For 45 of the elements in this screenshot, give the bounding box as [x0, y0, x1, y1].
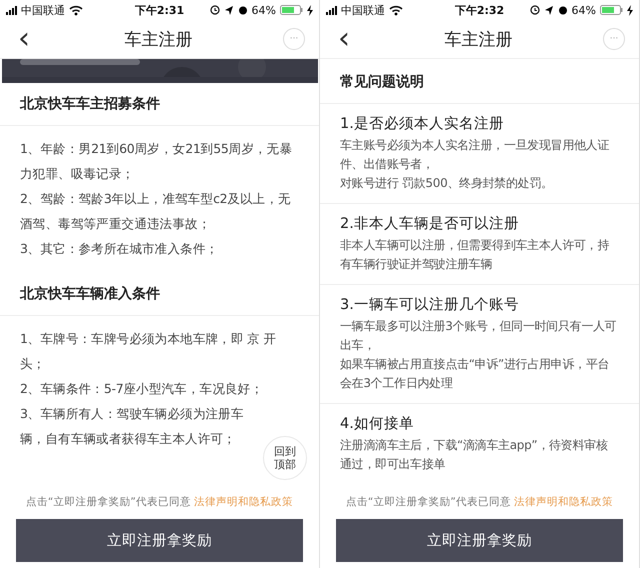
page-title: 车主注册 — [444, 28, 514, 50]
list-item: 3、其它：参考所在城市准入条件； — [20, 240, 220, 258]
agreement-text: 点击“立即注册拿奖励”代表已同意 法律声明和隐私政策 — [24, 495, 294, 509]
faq-question: 2.非本人车辆是否可以注册 — [340, 215, 520, 233]
register-button[interactable]: 立即注册拿奖励 — [336, 519, 623, 562]
list-item: 2、车辆条件：5-7座小型汽车，车况良好； — [20, 380, 264, 398]
lock-rotation-icon — [210, 5, 220, 15]
faq-answer: 车主账号必须为本人实名注册，一旦发现冒用他人证件、出借账号者， — [340, 137, 610, 173]
charging-icon — [307, 4, 313, 16]
faq-question: 1.是否必须本人实名注册 — [340, 114, 505, 133]
faq-answer: 一辆车最多可以注册3个账号，但同一时间只有一人可出车， — [340, 318, 618, 354]
section-heading: 常见问题说明 — [320, 59, 639, 104]
location-arrow-icon — [224, 4, 234, 16]
page-title: 车主注册 — [124, 28, 194, 50]
section-heading: 北京快车车主招募条件 — [0, 83, 319, 126]
wifi-icon — [69, 4, 83, 16]
clock-time: 下午2:31 — [134, 2, 184, 18]
list-item: 3、车辆所有人：驾驶车辆必须为注册车辆，自有车辆或者获得车主本人许可； — [20, 405, 245, 448]
agreement-text: 点击“立即注册拿奖励”代表已同意 法律声明和隐私政策 — [344, 495, 614, 509]
carrier-name: 中国联通 — [341, 2, 385, 18]
wifi-icon — [389, 4, 403, 16]
faq-question: 3.一辆车可以注册几个账号 — [340, 296, 520, 314]
battery-icon — [600, 5, 623, 15]
clock-time: 下午2:32 — [454, 2, 504, 18]
list-item: 1、车牌号：车牌号必须为本地车牌，即 京 开头； — [20, 330, 278, 373]
lock-rotation-icon — [530, 5, 540, 15]
faq-question: 4.如何接单 — [340, 415, 415, 433]
section-heading: 北京快车车辆准入条件 — [0, 273, 319, 316]
faq-answer: 对账号进行 罚款500、终身封禁的处罚。 — [340, 175, 554, 192]
location-arrow-icon — [544, 4, 554, 16]
register-button[interactable]: 立即注册拿奖励 — [16, 519, 303, 562]
faq-answer: 非本人车辆可以注册，但需要得到车主本人许可，持有车辆行驶证并驾驶注册车辆 — [340, 237, 610, 273]
faq-answer: 如果车辆被占用直接点击“申诉”进行占用申诉，平台会在3个工作日内处理 — [340, 356, 610, 392]
battery-icon — [280, 5, 303, 15]
signal-icon — [326, 6, 337, 14]
charging-icon — [627, 4, 633, 16]
carrier-name: 中国联通 — [21, 2, 65, 18]
back-button[interactable]: ‹ — [334, 24, 354, 54]
battery-percent: 64% — [252, 4, 276, 16]
faq-answer: 注册滴滴车主后，下载“滴滴车主app”，待资料审核通过，即可出车接单 — [340, 437, 609, 473]
signal-icon — [6, 6, 17, 14]
list-item: 1、年龄：男21到60周岁，女21到55周岁，无暴力犯罪、吸毒记录； — [20, 140, 294, 183]
back-button[interactable]: ‹ — [14, 24, 34, 54]
list-item: 2、驾龄：驾龄3年以上，准驾车型c2及以上，无酒驾、毒驾等严重交通违法事故； — [20, 190, 292, 233]
battery-percent: 64% — [572, 4, 596, 16]
